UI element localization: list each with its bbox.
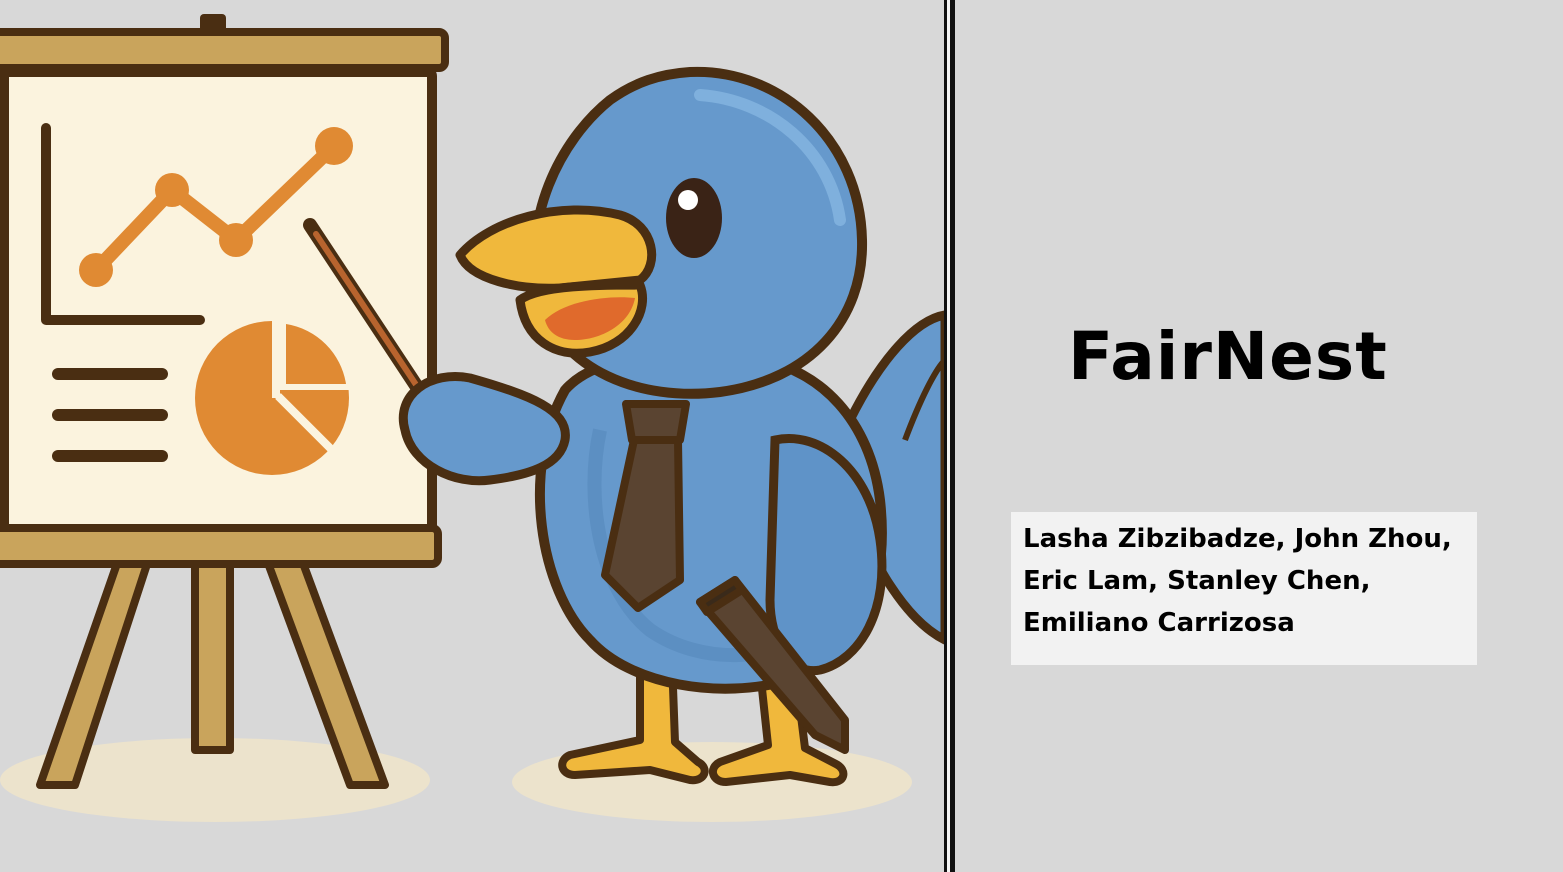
vertical-divider xyxy=(944,0,956,872)
easel-bottom-bar xyxy=(0,524,442,568)
authors-line: Lasha Zibzibadze, John Zhou, xyxy=(1023,524,1452,554)
easel-top-bar xyxy=(0,14,449,72)
bird-beak xyxy=(455,205,657,358)
title-slide: FairNest Lasha Zibzibadze, John Zhou, Er… xyxy=(0,0,1563,872)
bird-eye xyxy=(666,178,722,258)
bird-arm xyxy=(398,372,570,486)
slide-title: FairNest xyxy=(1068,318,1388,395)
bird-presenter-illustration xyxy=(0,0,945,872)
authors-box: Lasha Zibzibadze, John Zhou, Eric Lam, S… xyxy=(1011,512,1477,665)
authors-line: Eric Lam, Stanley Chen, xyxy=(1023,566,1371,596)
authors-line: Emiliano Carrizosa xyxy=(1023,608,1295,638)
